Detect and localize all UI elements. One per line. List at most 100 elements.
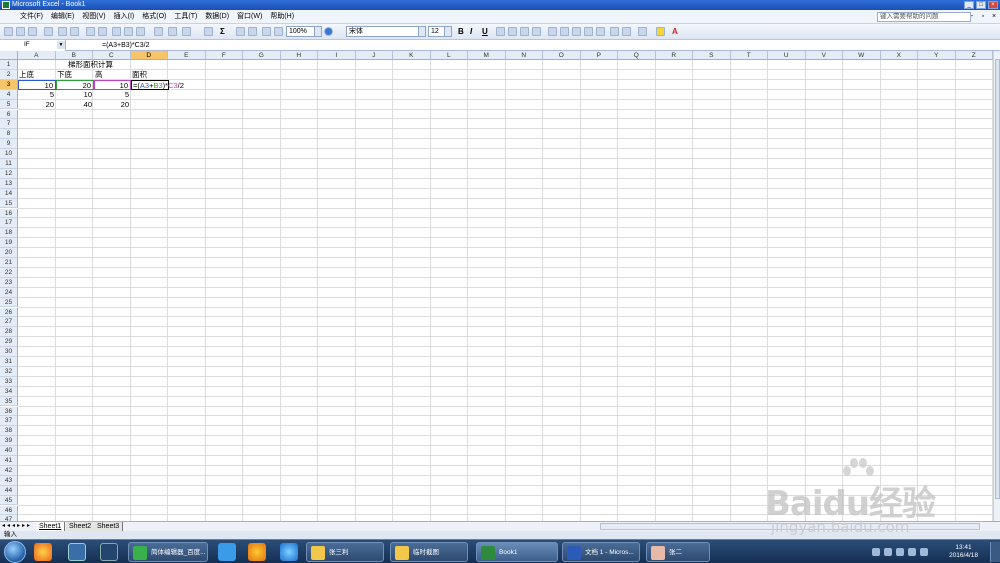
column-header-t[interactable]: T (730, 51, 768, 60)
drawing-icon[interactable] (274, 27, 283, 36)
cell-d2-header[interactable]: 面积 (132, 70, 147, 80)
task-excel[interactable]: Book1 (476, 542, 558, 562)
menu-format[interactable]: 格式(O) (138, 10, 170, 24)
column-header-b[interactable]: B (55, 51, 93, 60)
column-header-q[interactable]: Q (618, 51, 656, 60)
row-header-40[interactable]: 40 (0, 446, 18, 456)
column-header-p[interactable]: P (580, 51, 618, 60)
row-header-25[interactable]: 25 (0, 297, 18, 308)
menu-help[interactable]: 帮助(H) (266, 10, 298, 24)
row-header-30[interactable]: 30 (0, 347, 18, 357)
bold-icon[interactable]: B (458, 27, 464, 36)
network-icon[interactable] (896, 548, 904, 556)
column-header-u[interactable]: U (768, 51, 806, 60)
open-icon[interactable] (16, 27, 25, 36)
new-icon[interactable] (4, 27, 13, 36)
row-header-23[interactable]: 23 (0, 277, 18, 288)
doc-minimize-button[interactable]: - (968, 13, 976, 21)
row-header-15[interactable]: 15 (0, 198, 18, 209)
spelling-icon[interactable] (86, 27, 95, 36)
row-header-18[interactable]: 18 (0, 228, 18, 239)
row-header-26[interactable]: 26 (0, 307, 18, 318)
column-header-x[interactable]: X (880, 51, 918, 60)
task-word[interactable]: 文档 1 - Micros... (562, 542, 640, 562)
row-header-20[interactable]: 20 (0, 248, 18, 258)
cell-c5[interactable]: 20 (94, 100, 131, 110)
close-button[interactable]: × (988, 1, 998, 9)
doc-restore-button[interactable]: ▫ (979, 13, 987, 21)
cell-b1-title[interactable]: 梯形面积计算 (68, 60, 113, 70)
penguin-icon[interactable] (248, 543, 266, 561)
row-header-34[interactable]: 34 (0, 386, 18, 397)
align-left-icon[interactable] (496, 27, 505, 36)
column-header-o[interactable]: O (543, 51, 581, 60)
row-header-45[interactable]: 45 (0, 495, 18, 506)
row-header-5[interactable]: 5 (0, 99, 18, 110)
row-header-17[interactable]: 17 (0, 218, 18, 229)
scrollbar-thumb[interactable] (995, 59, 1000, 499)
cell-a4[interactable]: 5 (18, 90, 56, 100)
cell-c2-header[interactable]: 高 (95, 70, 103, 80)
select-all-corner[interactable] (0, 51, 18, 60)
cell-a2-header[interactable]: 上底 (19, 70, 34, 80)
row-header-31[interactable]: 31 (0, 357, 18, 367)
start-button[interactable] (4, 541, 26, 563)
borders-icon[interactable] (638, 27, 647, 36)
formula-input[interactable]: =(A3+B3)*C3/2 (102, 40, 149, 51)
qq-icon[interactable] (218, 543, 236, 561)
row-header-12[interactable]: 12 (0, 168, 18, 179)
column-header-j[interactable]: J (355, 51, 393, 60)
task-folder-2[interactable]: 临时截图 (390, 542, 468, 562)
row-header-46[interactable]: 46 (0, 505, 18, 516)
cell-c3[interactable]: 10 (94, 79, 131, 90)
row-header-9[interactable]: 9 (0, 139, 18, 150)
paste-icon[interactable] (136, 27, 145, 36)
font-size-select[interactable]: 12 (428, 26, 452, 37)
column-header-l[interactable]: L (430, 51, 468, 60)
undo-icon[interactable] (168, 27, 177, 36)
row-header-3[interactable]: 3 (0, 79, 18, 90)
cell-b3[interactable]: 20 (56, 79, 94, 90)
row-header-1[interactable]: 1 (0, 60, 18, 70)
row-header-27[interactable]: 27 (0, 317, 18, 328)
help-icon[interactable] (324, 27, 333, 36)
hyperlink-icon[interactable] (204, 27, 213, 36)
task-folder-1[interactable]: 张三利 (306, 542, 384, 562)
doc-close-button[interactable]: × (990, 13, 998, 21)
row-header-36[interactable]: 36 (0, 406, 18, 417)
autosum-icon[interactable]: Σ (220, 27, 225, 36)
ie-icon[interactable] (280, 543, 298, 561)
column-header-m[interactable]: M (468, 51, 506, 60)
task-chat[interactable]: 张二 (646, 542, 710, 562)
cell-b4[interactable]: 10 (56, 90, 94, 100)
sort-descending-icon[interactable] (248, 27, 257, 36)
print-preview-icon[interactable] (70, 27, 79, 36)
cell-a3[interactable]: 10 (18, 79, 56, 90)
tab-sheet3[interactable]: Sheet3 (94, 522, 124, 531)
row-header-11[interactable]: 11 (0, 159, 18, 169)
column-header-i[interactable]: I (318, 51, 356, 60)
column-header-c[interactable]: C (93, 51, 131, 60)
row-header-10[interactable]: 10 (0, 149, 18, 159)
sort-ascending-icon[interactable] (236, 27, 245, 36)
menu-insert[interactable]: 插入(I) (110, 10, 139, 24)
row-header-33[interactable]: 33 (0, 376, 18, 387)
menu-window[interactable]: 窗口(W) (233, 10, 266, 24)
chart-wizard-icon[interactable] (262, 27, 271, 36)
decrease-decimal-icon[interactable] (596, 27, 605, 36)
row-header-4[interactable]: 4 (0, 89, 18, 100)
show-desktop-button[interactable] (990, 542, 1000, 562)
menu-view[interactable]: 视图(V) (78, 10, 109, 24)
help-tray-icon[interactable] (884, 548, 892, 556)
row-header-16[interactable]: 16 (0, 208, 18, 219)
row-header-35[interactable]: 35 (0, 396, 18, 407)
tab-sheet2[interactable]: Sheet2 (66, 522, 96, 531)
column-header-k[interactable]: K (393, 51, 431, 60)
row-header-6[interactable]: 6 (0, 109, 18, 120)
row-header-37[interactable]: 37 (0, 416, 18, 427)
currency-icon[interactable] (548, 27, 557, 36)
font-select[interactable]: 宋体 (346, 26, 426, 37)
maximize-button[interactable]: □ (976, 1, 986, 9)
format-painter-icon[interactable] (154, 27, 163, 36)
row-header-22[interactable]: 22 (0, 267, 18, 278)
